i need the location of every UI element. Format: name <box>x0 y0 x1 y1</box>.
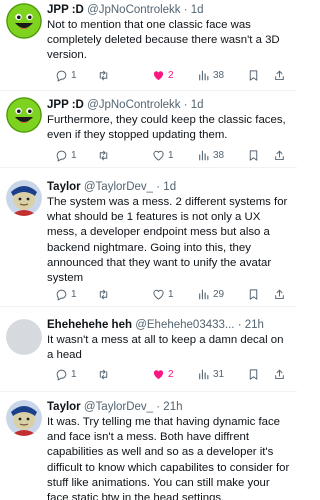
avatar-taylor[interactable] <box>6 400 42 436</box>
reply-button[interactable]: 1 <box>55 366 77 382</box>
bookmark-icon <box>249 368 258 380</box>
reply-count: 1 <box>71 69 77 81</box>
reply-icon <box>56 150 67 162</box>
author-name[interactable]: Taylor <box>47 181 81 193</box>
tweet-text: It wasn't a mess at all to keep a damn d… <box>47 334 284 362</box>
reply-icon <box>56 369 67 381</box>
views-icon <box>199 369 209 379</box>
reply-button[interactable]: 1 <box>55 67 77 83</box>
tweet-3[interactable]: Taylor @TaylorDev_ · 1d The system was a… <box>0 168 297 306</box>
views-button[interactable]: 31 <box>197 366 224 382</box>
tweet-5[interactable]: Taylor @TaylorDev_ · 21h It was. Try tel… <box>0 392 297 500</box>
like-icon <box>153 70 164 80</box>
like-icon <box>153 150 164 161</box>
tweet-1[interactable]: JPP :D @JpNoControlekk · 1d Not to menti… <box>0 0 297 90</box>
share-button[interactable] <box>273 286 286 302</box>
author-handle[interactable]: @JpNoControlekk <box>87 99 181 111</box>
tweet-header: JPP :D @JpNoControlekk · 1d <box>47 97 291 113</box>
retweet-button[interactable] <box>97 67 113 83</box>
author-name[interactable]: JPP :D <box>47 99 84 111</box>
reply-button[interactable]: 1 <box>55 286 77 302</box>
reply-count: 1 <box>71 368 77 380</box>
timestamp[interactable]: · 1d <box>184 99 204 111</box>
tweet-text: It was. Try telling me that having dynam… <box>47 416 290 500</box>
retweet-button[interactable] <box>97 366 113 382</box>
reply-count: 1 <box>71 149 77 161</box>
avatar-green-smiley[interactable] <box>6 3 42 39</box>
bookmark-icon <box>249 149 258 161</box>
author-handle[interactable]: @Ehehehe03433... <box>135 319 234 331</box>
like-count: 2 <box>168 368 174 380</box>
like-count: 1 <box>168 149 174 161</box>
like-count: 1 <box>168 288 174 300</box>
bookmark-icon <box>249 69 258 81</box>
retweet-button[interactable] <box>97 286 113 302</box>
retweet-icon <box>99 150 108 160</box>
bookmark-icon <box>249 288 258 300</box>
share-icon <box>275 369 284 379</box>
tweet-text: Not to mention that one classic face was… <box>47 19 280 62</box>
timestamp[interactable]: · 1d <box>156 181 176 193</box>
bookmark-button[interactable] <box>247 147 260 163</box>
author-handle[interactable]: @TaylorDev_ <box>84 401 153 413</box>
views-button[interactable]: 38 <box>197 67 224 83</box>
action-bar: 1 1 29 <box>47 286 289 302</box>
reply-count: 1 <box>71 288 77 300</box>
views-count: 38 <box>213 69 225 81</box>
reply-icon <box>56 70 67 82</box>
views-icon <box>199 289 209 299</box>
views-count: 38 <box>213 149 225 161</box>
views-button[interactable]: 38 <box>197 147 224 163</box>
tweet-header: Taylor @TaylorDev_ · 1d <box>47 179 291 195</box>
author-handle[interactable]: @TaylorDev_ <box>84 181 153 193</box>
views-count: 29 <box>213 288 225 300</box>
tweet-header: Taylor @TaylorDev_ · 21h <box>47 399 291 415</box>
avatar-default[interactable] <box>6 319 42 355</box>
timestamp[interactable]: · 1d <box>184 4 204 16</box>
reply-button[interactable]: 1 <box>55 147 77 163</box>
avatar-taylor[interactable] <box>6 180 42 216</box>
avatar-green-smiley[interactable] <box>6 97 42 133</box>
views-icon <box>199 70 209 80</box>
author-handle[interactable]: @JpNoControlekk <box>87 4 181 16</box>
views-button[interactable]: 29 <box>197 286 224 302</box>
bookmark-button[interactable] <box>247 366 260 382</box>
retweet-icon <box>99 369 108 379</box>
like-icon <box>153 369 164 379</box>
action-bar: 1 2 31 <box>47 366 289 382</box>
like-count: 2 <box>168 69 174 81</box>
tweet-header: JPP :D @JpNoControlekk · 1d <box>47 2 291 18</box>
tweet-text: Furthermore, they could keep the classic… <box>47 114 286 142</box>
share-icon <box>275 70 284 80</box>
author-name[interactable]: Ehehehehe heh <box>47 319 132 331</box>
tweet-header: Ehehehehe heh @Ehehehe03433... · 21h <box>47 317 291 333</box>
timestamp[interactable]: · 21h <box>238 319 264 331</box>
like-button[interactable]: 2 <box>152 67 174 83</box>
share-icon <box>275 289 284 299</box>
bookmark-button[interactable] <box>247 286 260 302</box>
tweet-text: The system was a mess. 2 different syste… <box>47 196 288 285</box>
like-button[interactable]: 2 <box>152 366 174 382</box>
like-button[interactable]: 1 <box>152 286 174 302</box>
reply-icon <box>56 289 67 301</box>
like-icon <box>153 289 164 300</box>
author-name[interactable]: JPP :D <box>47 4 84 16</box>
timestamp[interactable]: · 21h <box>156 401 182 413</box>
retweet-icon <box>99 289 108 299</box>
views-icon <box>199 150 209 160</box>
tweet-4[interactable]: Ehehehehe heh @Ehehehe03433... · 21h It … <box>0 307 297 391</box>
author-name[interactable]: Taylor <box>47 401 81 413</box>
share-icon <box>275 150 284 160</box>
action-bar: 1 1 38 <box>47 147 289 163</box>
share-button[interactable] <box>273 366 286 382</box>
retweet-button[interactable] <box>97 147 113 163</box>
tweet-2[interactable]: JPP :D @JpNoControlekk · 1d Furthermore,… <box>0 91 297 167</box>
bookmark-button[interactable] <box>247 67 260 83</box>
action-bar: 1 2 38 <box>47 67 289 83</box>
like-button[interactable]: 1 <box>152 147 174 163</box>
views-count: 31 <box>213 368 225 380</box>
share-button[interactable] <box>273 67 286 83</box>
share-button[interactable] <box>273 147 286 163</box>
retweet-icon <box>99 70 108 80</box>
